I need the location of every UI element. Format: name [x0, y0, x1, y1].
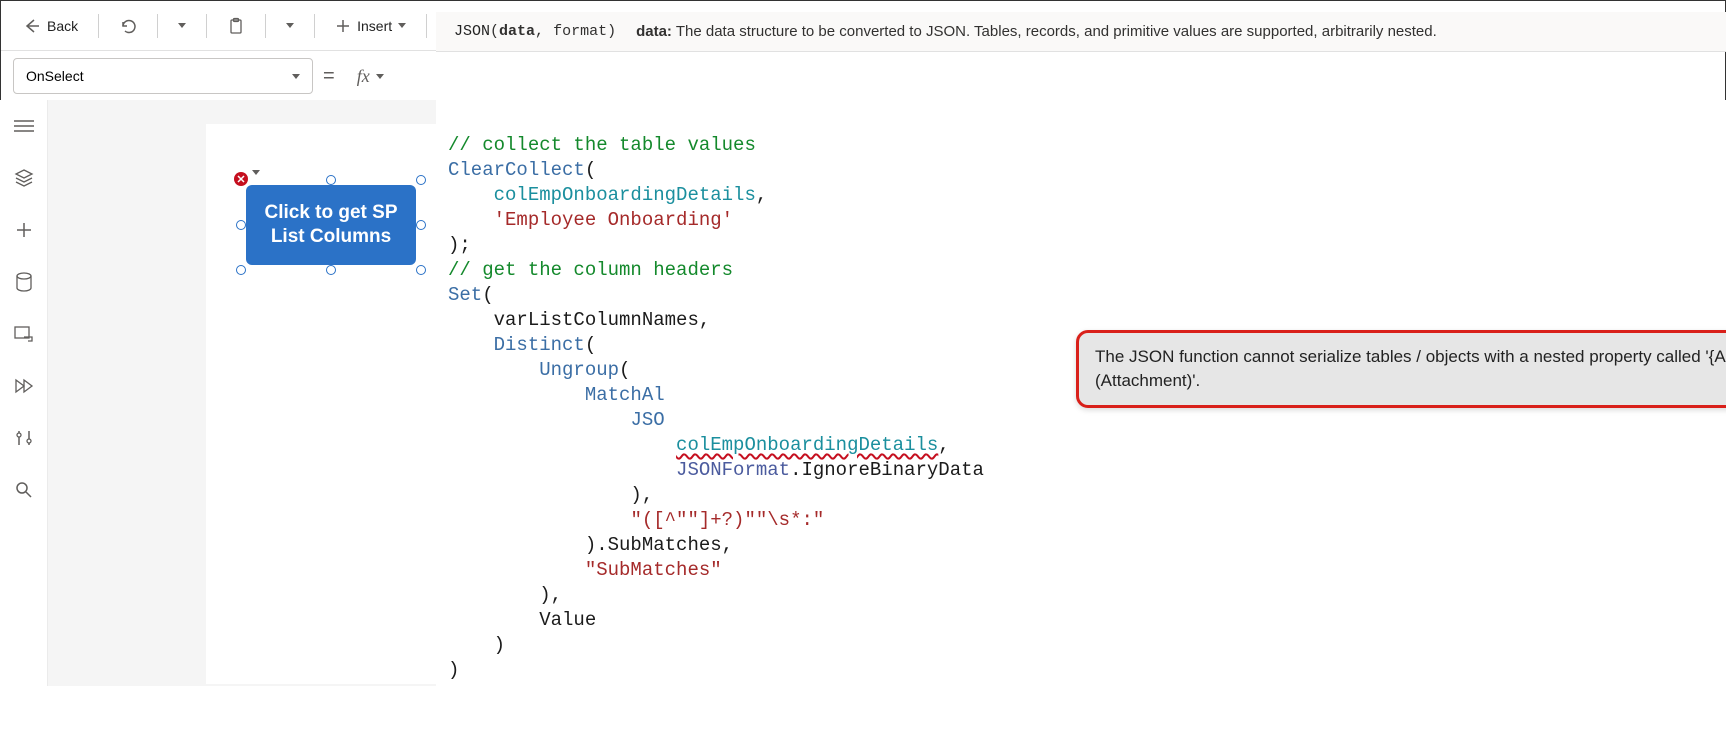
canvas-area[interactable]: Click to get SP List Columns — [48, 100, 436, 686]
chevron-down-icon — [286, 23, 294, 28]
equals-label: = — [323, 65, 335, 88]
canvas-button-control[interactable]: Click to get SP List Columns — [246, 185, 416, 265]
layers-tab[interactable] — [12, 166, 36, 190]
property-row: OnSelect = fx — [1, 51, 1725, 101]
chevron-down-icon — [398, 23, 406, 28]
property-value: OnSelect — [26, 68, 84, 84]
undo-button[interactable] — [109, 11, 147, 41]
separator — [98, 14, 99, 38]
property-selector[interactable]: OnSelect — [13, 58, 313, 94]
fx-icon: fx — [357, 66, 370, 87]
tree-view-tab[interactable] — [12, 114, 36, 138]
main-area: Click to get SP List Columns // collect … — [0, 100, 1726, 686]
back-arrow-icon — [23, 17, 41, 35]
search-tab[interactable] — [12, 478, 36, 502]
separator — [426, 14, 427, 38]
function-signature: JSON(data, format) — [454, 23, 616, 40]
error-badge[interactable] — [232, 170, 250, 188]
paste-button[interactable] — [217, 11, 255, 41]
parameter-description: data: The data structure to be converted… — [636, 23, 1437, 40]
formula-hint-bar: JSON(data, format) data: The data struct… — [436, 12, 1726, 52]
formula-editor[interactable]: // collect the table values ClearCollect… — [436, 100, 1726, 686]
plus-icon — [335, 18, 351, 34]
chevron-down-icon — [178, 23, 186, 28]
back-label: Back — [47, 18, 78, 34]
error-tooltip: The JSON function cannot serialize table… — [1076, 330, 1726, 408]
chevron-down-icon[interactable] — [252, 170, 260, 175]
separator — [157, 14, 158, 38]
error-message: The JSON function cannot serialize table… — [1095, 347, 1726, 390]
paste-menu[interactable] — [276, 17, 304, 34]
undo-menu[interactable] — [168, 17, 196, 34]
undo-icon — [119, 17, 137, 35]
left-rail — [0, 100, 48, 686]
separator — [265, 14, 266, 38]
chevron-down-icon — [292, 74, 300, 79]
insert-button[interactable]: Insert — [325, 12, 416, 40]
fx-indicator[interactable]: fx — [345, 58, 396, 94]
chevron-down-icon — [376, 74, 384, 79]
tools-tab[interactable] — [12, 426, 36, 450]
separator — [314, 14, 315, 38]
insert-tab[interactable] — [12, 218, 36, 242]
back-button[interactable]: Back — [13, 11, 88, 41]
insert-label: Insert — [357, 18, 392, 34]
data-tab[interactable] — [12, 270, 36, 294]
media-tab[interactable] — [12, 322, 36, 346]
canvas-button-text: Click to get SP List Columns — [246, 201, 416, 249]
clipboard-icon — [227, 17, 245, 35]
flows-tab[interactable] — [12, 374, 36, 398]
separator — [206, 14, 207, 38]
